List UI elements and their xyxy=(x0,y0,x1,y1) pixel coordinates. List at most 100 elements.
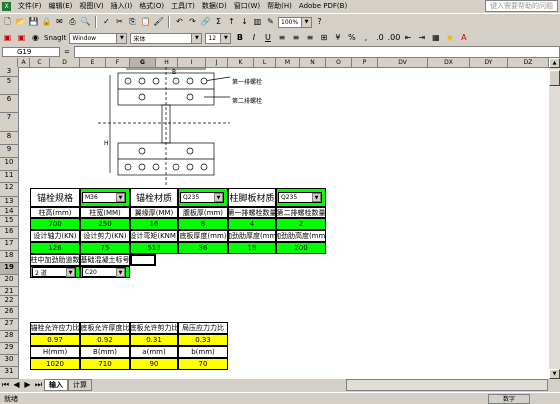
chevron-down-icon[interactable]: ▼ xyxy=(214,193,223,202)
row-header[interactable]: 14 xyxy=(0,207,18,216)
name-box[interactable]: G19 xyxy=(2,46,60,57)
pdf-icon[interactable]: ▣ xyxy=(2,33,13,44)
snagit-icon[interactable]: ◉ xyxy=(30,33,41,44)
row-header[interactable]: 21 xyxy=(0,287,18,296)
row2-bolt-count-input[interactable]: 2 xyxy=(276,218,326,230)
chevron-down-icon[interactable]: ▼ xyxy=(116,193,125,202)
column-header[interactable]: C xyxy=(30,58,50,67)
column-header[interactable]: G xyxy=(130,58,156,67)
sort-asc-icon[interactable]: ↑ xyxy=(226,17,237,28)
row1-bolt-count-input[interactable]: 4 xyxy=(228,218,276,230)
column-header[interactable]: L xyxy=(254,58,276,67)
column-header[interactable]: I xyxy=(178,58,206,67)
column-header[interactable]: M xyxy=(276,58,300,67)
column-header[interactable]: H xyxy=(156,58,178,67)
menu-window[interactable]: 窗口(W) xyxy=(234,1,260,11)
cut-icon[interactable]: ✂ xyxy=(114,17,125,28)
column-header[interactable]: O xyxy=(326,58,352,67)
chevron-down-icon[interactable]: ▼ xyxy=(191,33,202,43)
new-icon[interactable]: 🗋 xyxy=(2,17,13,28)
fill-color-icon[interactable]: ◆ xyxy=(444,33,455,44)
chevron-down-icon[interactable]: ▼ xyxy=(312,193,321,202)
chevron-down-icon[interactable]: ▼ xyxy=(116,268,125,277)
first-sheet-icon[interactable]: ⏮ xyxy=(0,380,11,391)
italic-icon[interactable]: I xyxy=(248,33,259,44)
formula-equals[interactable]: = xyxy=(64,48,70,56)
format-painter-icon[interactable]: 🖌 xyxy=(153,17,164,28)
tab-calc[interactable]: 计算 xyxy=(68,379,92,391)
row-header[interactable]: 27 xyxy=(0,319,18,331)
currency-icon[interactable]: ¥ xyxy=(332,33,343,44)
column-header[interactable]: DY xyxy=(470,58,508,67)
chevron-down-icon[interactable]: ▼ xyxy=(66,268,75,277)
chart-icon[interactable]: ▥ xyxy=(252,17,263,28)
increase-decimal-icon[interactable]: .0 xyxy=(374,33,385,44)
row-header[interactable]: 29 xyxy=(0,343,18,355)
column-header[interactable]: DV xyxy=(378,58,428,67)
row-header[interactable]: 22 xyxy=(0,296,18,307)
column-header[interactable]: K xyxy=(228,58,254,67)
row-header[interactable]: 3 xyxy=(0,67,18,77)
column-header[interactable]: P xyxy=(352,58,378,67)
row-header[interactable]: 30 xyxy=(0,355,18,367)
vertical-scrollbar[interactable]: ▲ ▼ xyxy=(549,58,560,379)
worksheet-grid[interactable]: A C D E F G H I J K L M N O P DV DX DY D… xyxy=(0,58,549,379)
row-header[interactable]: 6 xyxy=(0,95,18,113)
row-header[interactable]: 16 xyxy=(0,227,18,239)
row-header[interactable]: 7 xyxy=(0,113,18,132)
stiffener-count-select[interactable]: 2 道 ▼ xyxy=(32,267,76,277)
row-header[interactable]: 8 xyxy=(0,132,18,145)
hyperlink-icon[interactable]: 🔗 xyxy=(200,17,211,28)
open-icon[interactable]: 📂 xyxy=(15,17,26,28)
row-header[interactable]: 26 xyxy=(0,307,18,319)
column-header[interactable]: N xyxy=(300,58,326,67)
window-select[interactable]: Window ▼ xyxy=(69,32,128,44)
row-header[interactable]: 19 xyxy=(0,263,18,275)
font-select[interactable]: 宋体 ▼ xyxy=(130,32,203,44)
decrease-indent-icon[interactable]: ⇤ xyxy=(402,33,413,44)
base-plate-thickness-input[interactable]: 36 xyxy=(178,242,228,254)
row-header[interactable]: 9 xyxy=(0,145,18,158)
last-sheet-icon[interactable]: ⏭ xyxy=(33,380,44,391)
column-header[interactable]: E xyxy=(80,58,106,67)
redo-icon[interactable]: ↷ xyxy=(187,17,198,28)
help-icon[interactable]: ? xyxy=(314,17,325,28)
formula-input[interactable] xyxy=(73,45,560,58)
anchor-spec-select[interactable]: M36 ▼ xyxy=(82,192,126,203)
underline-icon[interactable]: U xyxy=(262,33,273,44)
row-header[interactable]: 17 xyxy=(0,239,18,251)
menu-format[interactable]: 格式(O) xyxy=(139,1,164,11)
web-thickness-input[interactable]: 8 xyxy=(178,218,228,230)
base-plate-material-select[interactable]: Q235 ▼ xyxy=(278,192,322,203)
sort-desc-icon[interactable]: ↓ xyxy=(239,17,250,28)
snagit-label[interactable]: SnagIt xyxy=(44,34,66,42)
row-header[interactable]: 28 xyxy=(0,331,18,343)
align-center-icon[interactable]: ≡ xyxy=(290,33,301,44)
menu-adobe-pdf[interactable]: Adobe PDF(B) xyxy=(299,2,347,10)
stiffener-thickness-input[interactable]: 19 xyxy=(228,242,276,254)
autosum-icon[interactable]: Σ xyxy=(213,17,224,28)
horizontal-scrollbar[interactable] xyxy=(346,379,548,391)
scroll-down-icon[interactable]: ▼ xyxy=(549,369,560,379)
menu-insert[interactable]: 插入(I) xyxy=(111,1,133,11)
percent-icon[interactable]: % xyxy=(346,33,357,44)
row-header[interactable]: 18 xyxy=(0,251,18,263)
prev-sheet-icon[interactable]: ◀ xyxy=(11,380,22,391)
column-header[interactable]: DX xyxy=(428,58,470,67)
zoom-select[interactable]: 100% ▼ xyxy=(278,16,312,28)
email-icon[interactable]: ✉ xyxy=(54,17,65,28)
next-sheet-icon[interactable]: ▶ xyxy=(22,380,33,391)
drawing-icon[interactable]: ✎ xyxy=(265,17,276,28)
row-header[interactable]: 5 xyxy=(0,77,18,95)
row-header[interactable]: 31 xyxy=(0,367,18,379)
bold-icon[interactable]: B xyxy=(234,33,245,44)
align-right-icon[interactable]: ≡ xyxy=(304,33,315,44)
font-color-icon[interactable]: A xyxy=(458,33,469,44)
flange-thickness-input[interactable]: 16 xyxy=(130,218,178,230)
column-header[interactable]: A xyxy=(18,58,30,67)
help-search-input[interactable]: 键入需要帮助的问题 xyxy=(485,0,558,12)
font-size-select[interactable]: 12 ▼ xyxy=(205,32,232,44)
column-width-input[interactable]: 250 xyxy=(80,218,130,230)
increase-indent-icon[interactable]: ⇥ xyxy=(416,33,427,44)
preview-icon[interactable]: 🔍 xyxy=(80,17,91,28)
